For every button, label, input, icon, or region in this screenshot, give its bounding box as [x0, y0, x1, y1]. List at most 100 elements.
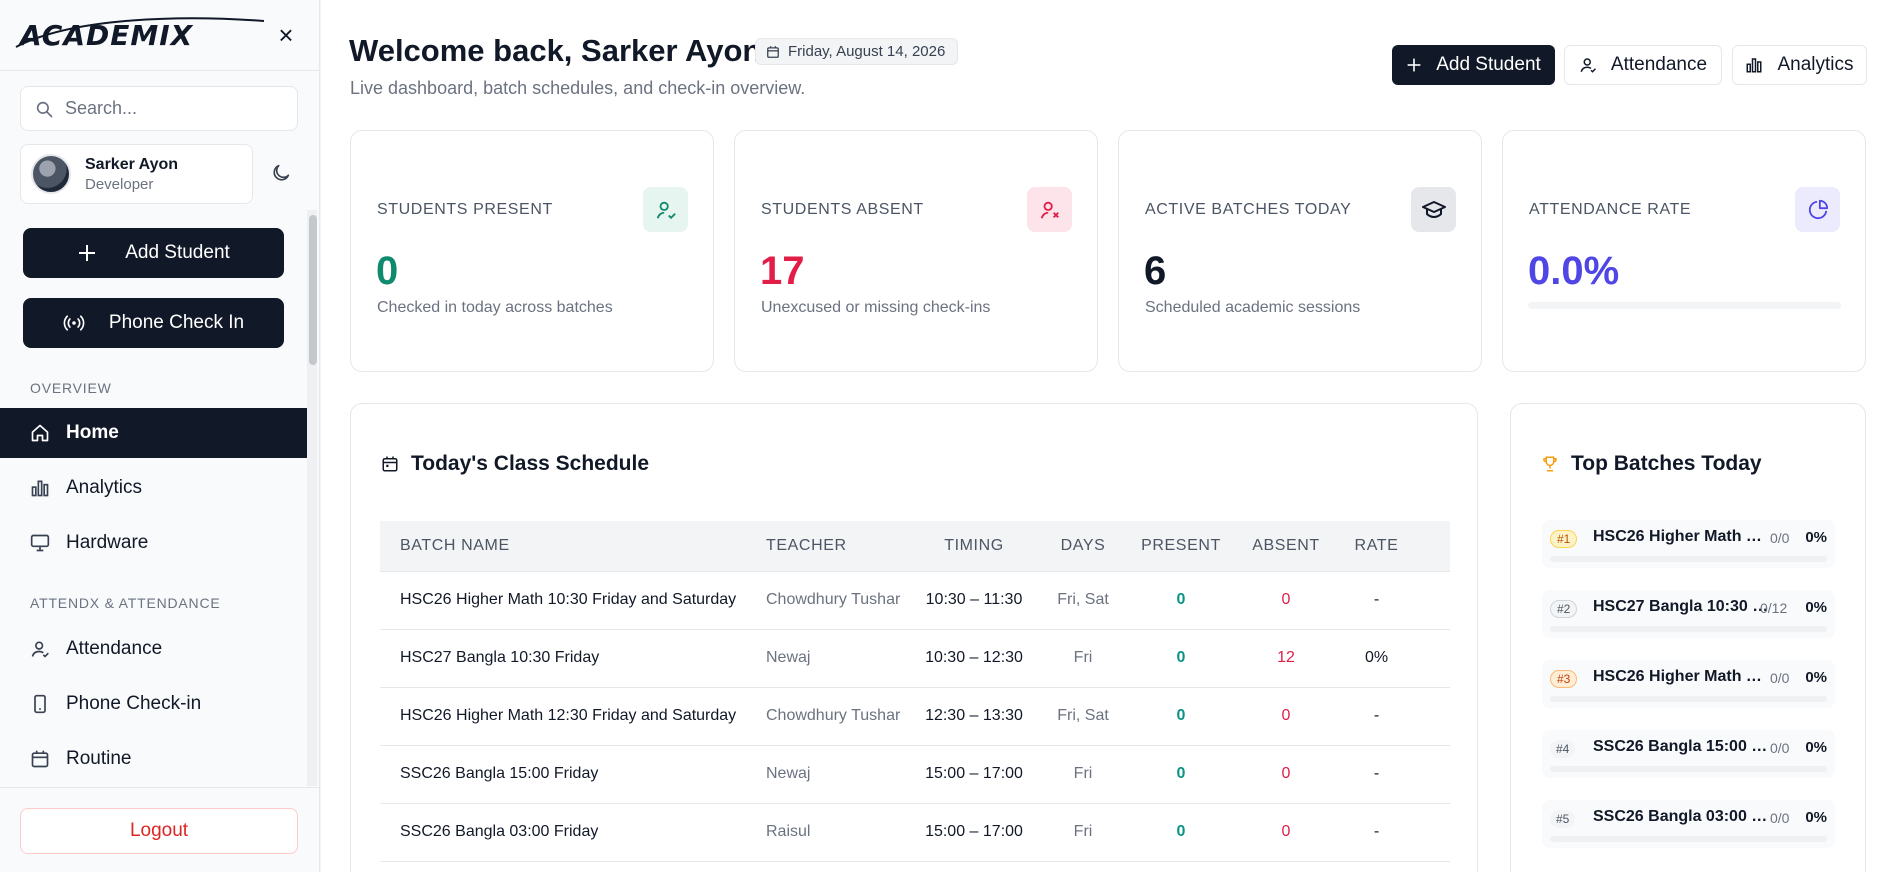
top-batch-item[interactable]: #1 HSC26 Higher Math 10... 0/0 0%: [1542, 520, 1835, 568]
broadcast-icon: [63, 315, 85, 331]
cell-present: 0: [1129, 803, 1233, 862]
trophy-icon: [1543, 456, 1557, 472]
stat-label: STUDENTS ABSENT: [761, 201, 924, 218]
top-batch-item[interactable]: #4 SSC26 Bangla 15:00 Fri... 0/0 0%: [1542, 730, 1835, 778]
phone-check-in-button[interactable]: Phone Check In: [23, 298, 284, 348]
cell-rate: -: [1339, 745, 1414, 804]
monitor-icon: [30, 534, 50, 552]
sidebar-add-student-button[interactable]: Add Student: [23, 228, 284, 278]
sidebar-item-label: Phone Check-in: [66, 693, 202, 714]
cell-batch-name: SSC26 Bangla 15:00 Friday: [380, 745, 746, 804]
header-attendance-button[interactable]: Attendance: [1564, 45, 1722, 85]
sidebar-scrollbar-thumb[interactable]: [309, 215, 317, 365]
stat-card-attendance-rate: ATTENDANCE RATE 0.0%: [1502, 130, 1866, 372]
cell-teacher: Newaj: [746, 629, 911, 688]
sidebar-item-home[interactable]: Home: [0, 408, 307, 458]
header-attendance-label: Attendance: [1610, 54, 1708, 75]
sidebar-item-phone-check-in[interactable]: Phone Check-in: [0, 679, 307, 729]
user-icon: [31, 641, 49, 658]
cell-batch-name: SSC26 Bangla 03:00 Friday: [380, 803, 746, 862]
cell-timing: 10:30 – 11:30: [911, 571, 1037, 630]
cell-teacher: Chowdhury Tushar: [746, 571, 911, 630]
stat-value: 0: [376, 249, 399, 293]
column-header-batch-name[interactable]: BATCH NAME: [380, 521, 746, 572]
header-add-student-button[interactable]: Add Student: [1392, 45, 1555, 85]
rank-badge: #5: [1550, 810, 1576, 828]
logo-swoosh-icon: [15, 16, 265, 48]
dark-mode-toggle-icon[interactable]: [270, 162, 292, 184]
cell-days: Fri, Sat: [1037, 687, 1129, 746]
column-header-absent[interactable]: ABSENT: [1233, 521, 1339, 572]
bar-chart-icon: [31, 480, 49, 497]
stat-value: 17: [760, 249, 805, 293]
sidebar: ACADEMIX × Sarker Ayon Developer Add Stu…: [0, 0, 320, 872]
cell-spacer: [1414, 571, 1450, 630]
stat-card-students-absent: STUDENTS ABSENT 17 Unexcused or missing …: [734, 130, 1098, 372]
cell-rate: -: [1339, 803, 1414, 862]
table-row[interactable]: HSC26 Higher Math 12:30 Friday and Satur…: [380, 687, 1450, 746]
close-sidebar-button[interactable]: ×: [272, 21, 300, 49]
column-header-spacer: [1414, 521, 1450, 572]
stat-description: Scheduled academic sessions: [1145, 299, 1361, 316]
user-profile-card[interactable]: Sarker Ayon Developer: [20, 144, 253, 204]
rank-count: 0/0: [1770, 530, 1790, 546]
table-row[interactable]: HSC26 Higher Math 10:30 Friday and Satur…: [380, 571, 1450, 630]
cell-batch-name: HSC26 Higher Math 12:30 Friday and Satur…: [380, 687, 746, 746]
top-batches-title: Top Batches Today: [1541, 452, 1762, 476]
cell-absent: 12: [1233, 629, 1339, 688]
sidebar-item-attendance[interactable]: Attendance: [0, 624, 307, 674]
stat-description: Unexcused or missing check-ins: [761, 299, 991, 316]
top-batch-item[interactable]: #5 SSC26 Bangla 03:00 Fri... 0/0 0%: [1542, 800, 1835, 848]
rank-badge: #4: [1550, 740, 1576, 758]
sidebar-add-student-label: Add Student: [125, 242, 230, 263]
rank-badge: #3: [1550, 670, 1578, 688]
rank-count: 0/12: [1760, 600, 1788, 616]
page-title: Welcome back, Sarker Ayon: [349, 33, 762, 68]
calendar-icon: [382, 456, 398, 472]
pie-chart-icon: [1808, 199, 1828, 219]
class-schedule-card: Today's Class Schedule BATCH NAME TEACHE…: [350, 403, 1478, 872]
column-header-teacher[interactable]: TEACHER: [746, 521, 911, 572]
cell-teacher: Chowdhury Tushar: [746, 687, 911, 746]
rank-batch-name: HSC27 Bangla 10:30 Fr...: [1593, 598, 1769, 615]
top-batches-card: Top Batches Today #1 HSC26 Higher Math 1…: [1510, 403, 1866, 872]
column-header-timing[interactable]: TIMING: [911, 521, 1037, 572]
sidebar-item-hardware[interactable]: Hardware: [0, 518, 307, 568]
top-batch-item[interactable]: #3 HSC26 Higher Math 12... 0/0 0%: [1542, 660, 1835, 708]
cell-rate: 0%: [1339, 629, 1414, 688]
rank-rate: 0%: [1805, 809, 1827, 826]
column-header-rate[interactable]: RATE: [1339, 521, 1414, 572]
table-row[interactable]: HSC27 Bangla 10:30 Friday Newaj 10:30 – …: [380, 629, 1450, 688]
cell-present: 0: [1129, 629, 1233, 688]
home-icon: [31, 424, 49, 442]
user-check-icon: [656, 201, 676, 219]
cell-absent: 0: [1233, 571, 1339, 630]
logo-row: ACADEMIX ×: [15, 12, 300, 58]
schedule-title-text: Today's Class Schedule: [411, 452, 650, 475]
table-row[interactable]: SSC26 Bangla 15:00 Friday Newaj 15:00 – …: [380, 745, 1450, 804]
plus-icon: [79, 245, 96, 261]
header-analytics-button[interactable]: Analytics: [1732, 45, 1867, 85]
sidebar-item-analytics[interactable]: Analytics: [0, 463, 307, 513]
cell-absent: 0: [1233, 745, 1339, 804]
column-header-present[interactable]: PRESENT: [1129, 521, 1233, 572]
sidebar-item-label: Routine: [66, 748, 132, 769]
cell-spacer: [1414, 629, 1450, 688]
sidebar-item-routine[interactable]: Routine: [0, 734, 307, 784]
search-input[interactable]: [65, 98, 275, 119]
rank-progress-bar: [1550, 556, 1827, 562]
rank-rate: 0%: [1805, 599, 1827, 616]
column-header-days[interactable]: DAYS: [1037, 521, 1129, 572]
search-box[interactable]: [20, 86, 298, 131]
logout-button[interactable]: Logout: [20, 808, 298, 854]
cell-teacher: Newaj: [746, 745, 911, 804]
stat-icon-box: [1027, 187, 1072, 232]
top-batch-item[interactable]: #2 HSC27 Bangla 10:30 Fr... 0/12 0%: [1542, 590, 1835, 638]
table-header-row: BATCH NAME TEACHER TIMING DAYS PRESENT A…: [380, 521, 1450, 572]
search-icon: [36, 101, 53, 117]
table-row[interactable]: SSC26 Bangla 03:00 Friday Raisul 15:00 –…: [380, 803, 1450, 862]
cell-timing: 15:00 – 17:00: [911, 745, 1037, 804]
cell-timing: 15:00 – 17:00: [911, 803, 1037, 862]
stat-label: ATTENDANCE RATE: [1529, 201, 1692, 218]
stat-icon-box: [643, 187, 688, 232]
